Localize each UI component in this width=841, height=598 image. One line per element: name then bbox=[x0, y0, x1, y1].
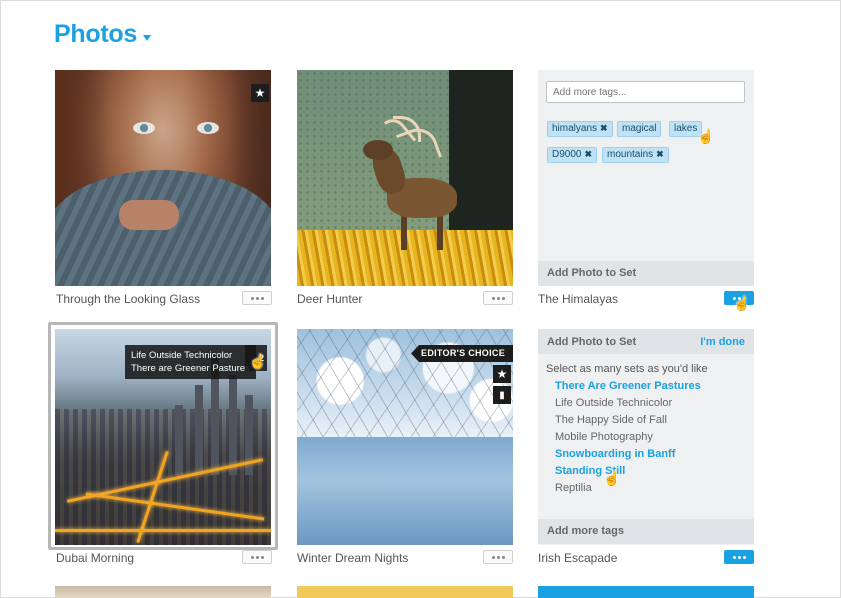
photo-tile-partial[interactable] bbox=[538, 586, 754, 598]
photo-tile-winter-dream-nights[interactable]: EDITOR'S CHOICE ★ ▮ bbox=[297, 329, 513, 545]
tag-chip[interactable]: himalyans ✖ bbox=[547, 121, 613, 137]
set-option[interactable]: Life Outside Technicolor bbox=[555, 397, 672, 409]
photo-tile-dubai-morning[interactable]: Life Outside Technicolor There are Green… bbox=[55, 329, 271, 545]
done-button[interactable]: I'm done bbox=[700, 336, 745, 348]
tags-panel: himalyans✖ magical lakes D9000✖ mountain… bbox=[538, 70, 754, 286]
hand-cursor-icon: ☝ bbox=[603, 470, 621, 486]
tag-chip[interactable]: mountains ✖ bbox=[602, 147, 669, 163]
photo-eye-right bbox=[197, 122, 219, 134]
sets-prompt: Select as many sets as you'd like bbox=[546, 363, 708, 375]
photo-caption: Dubai Morning bbox=[56, 551, 135, 565]
photo-city bbox=[55, 409, 271, 545]
set-option[interactable]: Snowboarding in Banff bbox=[555, 448, 675, 460]
photo-caption: Deer Hunter bbox=[297, 292, 363, 306]
more-options-button[interactable] bbox=[242, 291, 272, 305]
star-icon[interactable]: ★ bbox=[251, 84, 269, 102]
photo-tile-partial[interactable] bbox=[297, 586, 513, 598]
more-icon bbox=[250, 296, 254, 300]
sets-popover: Life Outside Technicolor There are Green… bbox=[125, 345, 256, 379]
tag-chip[interactable]: D9000 ✖ bbox=[547, 147, 598, 163]
tag-label: D9000 bbox=[552, 149, 582, 160]
more-options-button[interactable] bbox=[724, 550, 754, 564]
tag-label: himalyans bbox=[552, 123, 598, 134]
editors-choice-badge: EDITOR'S CHOICE bbox=[411, 345, 513, 362]
photo-road bbox=[55, 529, 271, 532]
page-header[interactable]: Photos bbox=[54, 20, 151, 49]
more-options-button[interactable] bbox=[483, 291, 513, 305]
sets-panel: Add Photo to Set I'm done Select as many… bbox=[538, 329, 754, 545]
close-icon[interactable]: ✖ bbox=[584, 149, 592, 159]
star-icon[interactable]: ★ bbox=[493, 365, 511, 383]
page-title[interactable]: Photos bbox=[54, 20, 137, 49]
popover-set-name: There are Greener Pastures bbox=[131, 363, 250, 374]
photo-caption: Irish Escapade bbox=[538, 551, 618, 565]
photo-tile-deer-hunter[interactable] bbox=[297, 70, 513, 286]
hand-cursor-icon: ☝ bbox=[733, 295, 751, 311]
set-option[interactable]: The Happy Side of Fall bbox=[555, 414, 667, 426]
add-to-set-button[interactable]: Add Photo to Set bbox=[538, 261, 754, 286]
set-option[interactable]: There Are Greener Pastures bbox=[555, 380, 701, 392]
popover-set-name: Life Outside Technicolor bbox=[131, 350, 233, 361]
more-options-button[interactable] bbox=[242, 550, 272, 564]
photo-hand bbox=[119, 200, 179, 230]
photo-tile-through-the-looking-glass[interactable]: ★ bbox=[55, 70, 271, 286]
more-options-button[interactable] bbox=[483, 550, 513, 564]
photo-caption: The Himalayas bbox=[538, 292, 619, 306]
more-icon bbox=[491, 296, 495, 300]
deer-head bbox=[363, 140, 393, 160]
close-icon[interactable]: ✖ bbox=[656, 149, 664, 159]
tag-chip[interactable]: magical bbox=[617, 121, 662, 137]
photo-caption: Through the Looking Glass bbox=[56, 292, 201, 306]
hand-cursor-icon: ☝ bbox=[697, 128, 715, 144]
tag-label: mountains bbox=[607, 149, 654, 160]
close-icon[interactable]: ✖ bbox=[600, 123, 608, 133]
photo-tower bbox=[175, 405, 183, 475]
tag-label: magical bbox=[622, 123, 657, 134]
tag-input[interactable] bbox=[546, 81, 745, 103]
more-icon bbox=[250, 555, 254, 559]
set-option[interactable]: Reptilia bbox=[555, 482, 592, 494]
add-more-tags-button[interactable]: Add more tags bbox=[538, 519, 754, 544]
photo-tower bbox=[229, 375, 237, 475]
tag-label: lakes bbox=[674, 123, 698, 134]
photo-lake bbox=[297, 437, 513, 545]
photo-eye-left bbox=[133, 122, 155, 134]
hand-cursor-icon: ☝ bbox=[249, 353, 267, 369]
caret-down-icon[interactable] bbox=[142, 34, 151, 41]
stack-icon[interactable]: ▮ bbox=[493, 386, 511, 404]
photo-tile-partial[interactable] bbox=[55, 586, 271, 598]
set-option[interactable]: Mobile Photography bbox=[555, 431, 653, 443]
photo-tower bbox=[195, 385, 203, 475]
photo-caption: Winter Dream Nights bbox=[297, 551, 409, 565]
more-icon bbox=[491, 555, 495, 559]
more-icon bbox=[732, 555, 736, 559]
